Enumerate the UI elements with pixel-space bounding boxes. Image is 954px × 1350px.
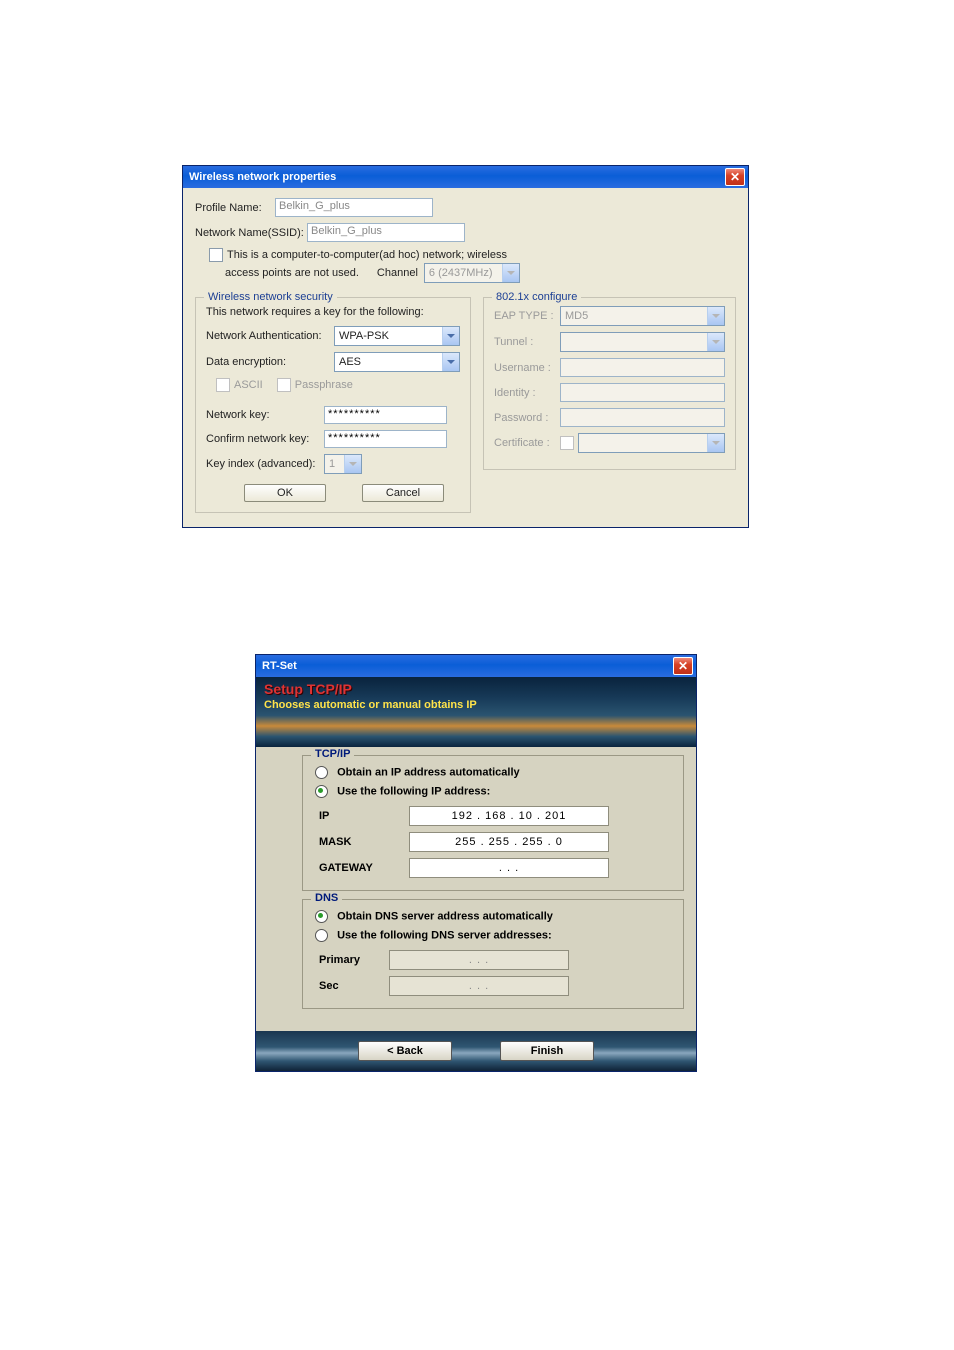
identity-label: Identity : <box>494 387 560 399</box>
finish-button[interactable]: Finish <box>500 1041 594 1061</box>
enc-value: AES <box>339 356 361 368</box>
dns-auto-label: Obtain DNS server address automatically <box>337 910 553 922</box>
close-icon[interactable]: ✕ <box>725 168 745 186</box>
cert-checkbox <box>560 436 574 450</box>
chevron-down-icon[interactable] <box>442 353 459 371</box>
passphrase-checkbox <box>277 378 291 392</box>
cert-label: Certificate : <box>494 437 560 449</box>
channel-label: Channel <box>377 267 418 279</box>
primary-dns-label: Primary <box>319 954 389 966</box>
auth-value: WPA-PSK <box>339 330 389 342</box>
profile-name-label: Profile Name: <box>195 202 275 214</box>
ip-manual-radio[interactable] <box>315 785 328 798</box>
dialog-title: RT-Set <box>262 660 673 672</box>
primary-dns-input: . . . <box>389 950 569 970</box>
ip-manual-label: Use the following IP address: <box>337 785 490 797</box>
enc-select[interactable]: AES <box>334 352 460 372</box>
wireless-security-legend: Wireless network security <box>204 291 337 303</box>
ok-button[interactable]: OK <box>244 484 326 502</box>
username-input <box>560 358 725 377</box>
confirm-key-label: Confirm network key: <box>206 433 324 445</box>
titlebar[interactable]: RT-Set ✕ <box>256 655 696 677</box>
tcpip-legend: TCP/IP <box>311 748 354 760</box>
passphrase-label: Passphrase <box>295 379 353 391</box>
profile-name-input[interactable]: Belkin_G_plus <box>275 198 433 217</box>
chevron-down-icon <box>502 264 519 282</box>
rtset-dialog: RT-Set ✕ Setup TCP/IP Chooses automatic … <box>255 654 697 1072</box>
dns-manual-radio[interactable] <box>315 929 328 942</box>
chevron-down-icon <box>707 434 724 452</box>
dns-legend: DNS <box>311 892 342 904</box>
username-label: Username : <box>494 362 560 374</box>
ip-input[interactable]: 192 . 168 . 10 . 201 <box>409 806 609 826</box>
network-key-label: Network key: <box>206 409 324 421</box>
password-label: Password : <box>494 412 560 424</box>
gateway-label: GATEWAY <box>319 862 409 874</box>
keyindex-value: 1 <box>329 458 335 470</box>
adhoc-text-line1: This is a computer-to-computer(ad hoc) n… <box>227 249 507 261</box>
dns-group: DNS Obtain DNS server address automatica… <box>302 899 684 1009</box>
chevron-down-icon <box>707 333 724 351</box>
cert-select <box>578 433 725 453</box>
banner: Setup TCP/IP Chooses automatic or manual… <box>256 677 696 747</box>
mask-input[interactable]: 255 . 255 . 255 . 0 <box>409 832 609 852</box>
chevron-down-icon <box>344 455 361 473</box>
enc-label: Data encryption: <box>206 356 334 368</box>
wireless-properties-dialog: Wireless network properties ✕ Profile Na… <box>182 165 749 528</box>
titlebar[interactable]: Wireless network properties ✕ <box>183 166 748 188</box>
ip-auto-label: Obtain an IP address automatically <box>337 766 520 778</box>
close-icon[interactable]: ✕ <box>673 657 693 675</box>
confirm-key-input[interactable]: ********** <box>324 430 447 448</box>
banner-heading: Setup TCP/IP <box>264 681 688 697</box>
chevron-down-icon <box>707 307 724 325</box>
network-key-input[interactable]: ********** <box>324 406 447 424</box>
back-button[interactable]: < Back <box>358 1041 452 1061</box>
identity-input <box>560 383 725 402</box>
footer: < Back Finish <box>256 1031 696 1071</box>
password-input <box>560 408 725 427</box>
ssid-input[interactable]: Belkin_G_plus <box>307 223 465 242</box>
ip-auto-radio[interactable] <box>315 766 328 779</box>
mask-label: MASK <box>319 836 409 848</box>
adhoc-checkbox[interactable] <box>209 248 223 262</box>
requires-text: This network requires a key for the foll… <box>206 306 460 318</box>
auth-label: Network Authentication: <box>206 330 334 342</box>
cancel-button[interactable]: Cancel <box>362 484 444 502</box>
banner-subheading: Chooses automatic or manual obtains IP <box>264 699 688 711</box>
tcpip-group: TCP/IP Obtain an IP address automaticall… <box>302 755 684 891</box>
auth-select[interactable]: WPA-PSK <box>334 326 460 346</box>
gateway-input[interactable]: . . . <box>409 858 609 878</box>
dot1x-legend: 802.1x configure <box>492 291 581 303</box>
ascii-label: ASCII <box>234 379 263 391</box>
dns-auto-radio[interactable] <box>315 910 328 923</box>
dns-manual-label: Use the following DNS server addresses: <box>337 929 552 941</box>
dot1x-group: 802.1x configure EAP TYPE : MD5 Tunnel : <box>483 297 736 470</box>
ip-label: IP <box>319 810 409 822</box>
dialog-title: Wireless network properties <box>189 171 725 183</box>
keyindex-label: Key index (advanced): <box>206 458 324 470</box>
channel-select: 6 (2437MHz) <box>424 263 520 283</box>
sec-dns-label: Sec <box>319 980 389 992</box>
tunnel-select <box>560 332 725 352</box>
adhoc-text-line2: access points are not used. <box>225 267 359 279</box>
chevron-down-icon[interactable] <box>442 327 459 345</box>
eap-value: MD5 <box>565 310 588 322</box>
eap-select: MD5 <box>560 306 725 326</box>
ascii-checkbox <box>216 378 230 392</box>
channel-value: 6 (2437MHz) <box>429 267 493 279</box>
wireless-security-group: Wireless network security This network r… <box>195 297 471 513</box>
tunnel-label: Tunnel : <box>494 336 560 348</box>
keyindex-select: 1 <box>324 454 362 474</box>
eap-label: EAP TYPE : <box>494 310 560 322</box>
ssid-label: Network Name(SSID): <box>195 227 307 239</box>
sec-dns-input: . . . <box>389 976 569 996</box>
